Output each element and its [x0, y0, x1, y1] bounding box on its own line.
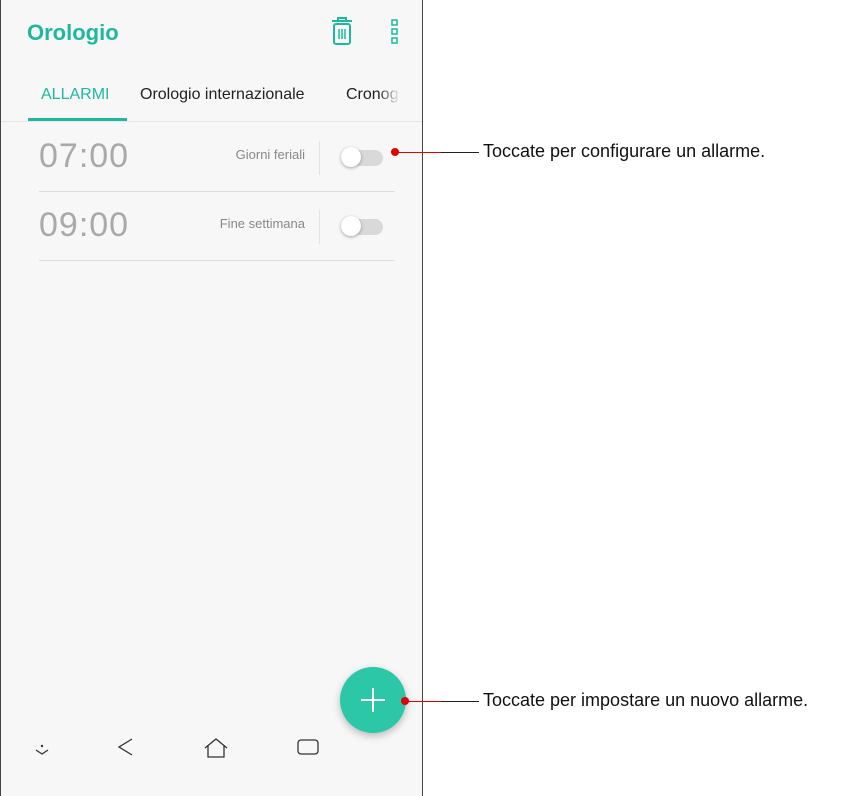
alarm-toggle[interactable]: [341, 216, 383, 236]
tab-divider: [1, 121, 422, 122]
callout-configure-alarm: Toccate per configurare un allarme.: [483, 141, 766, 161]
phone-screen: Orologio ALLARMI Orologio internazionale…: [0, 0, 423, 796]
recents-icon[interactable]: [296, 737, 320, 757]
alarm-row[interactable]: 07:00 Giorni feriali: [39, 123, 395, 192]
tab-bar: ALLARMI Orologio internazionale Cronog: [1, 78, 422, 122]
alarm-time: 09:00: [39, 206, 130, 244]
add-alarm-button[interactable]: [340, 667, 406, 733]
plus-icon-vertical: [372, 688, 374, 712]
keyboard-hide-icon[interactable]: [32, 742, 52, 758]
alarm-toggle[interactable]: [341, 147, 383, 167]
tab-stopwatch[interactable]: Cronog: [346, 86, 400, 104]
callout-leader: [407, 701, 441, 702]
alarm-time: 07:00: [39, 137, 130, 175]
callout-leader: [397, 152, 441, 153]
trash-icon[interactable]: [329, 16, 355, 46]
toggle-knob: [341, 216, 361, 236]
back-icon[interactable]: [115, 736, 137, 758]
alarm-separator: [319, 210, 320, 244]
alarm-row[interactable]: 09:00 Fine settimana: [39, 192, 395, 261]
callout-leader: [441, 701, 479, 702]
alarm-repeat: Giorni feriali: [235, 147, 305, 162]
callout-new-alarm: Toccate per impostare un nuovo allarme.: [483, 690, 809, 710]
home-icon[interactable]: [203, 736, 229, 760]
more-vert-icon[interactable]: [389, 18, 401, 46]
tab-world-clock[interactable]: Orologio internazionale: [140, 86, 305, 104]
app-title: Orologio: [27, 20, 119, 45]
navigation-bar: [1, 730, 422, 796]
callout-leader: [441, 152, 479, 153]
alarm-separator: [319, 141, 320, 175]
tab-alarms[interactable]: ALLARMI: [41, 86, 109, 104]
alarm-repeat: Fine settimana: [219, 216, 305, 231]
toggle-knob: [341, 147, 361, 167]
